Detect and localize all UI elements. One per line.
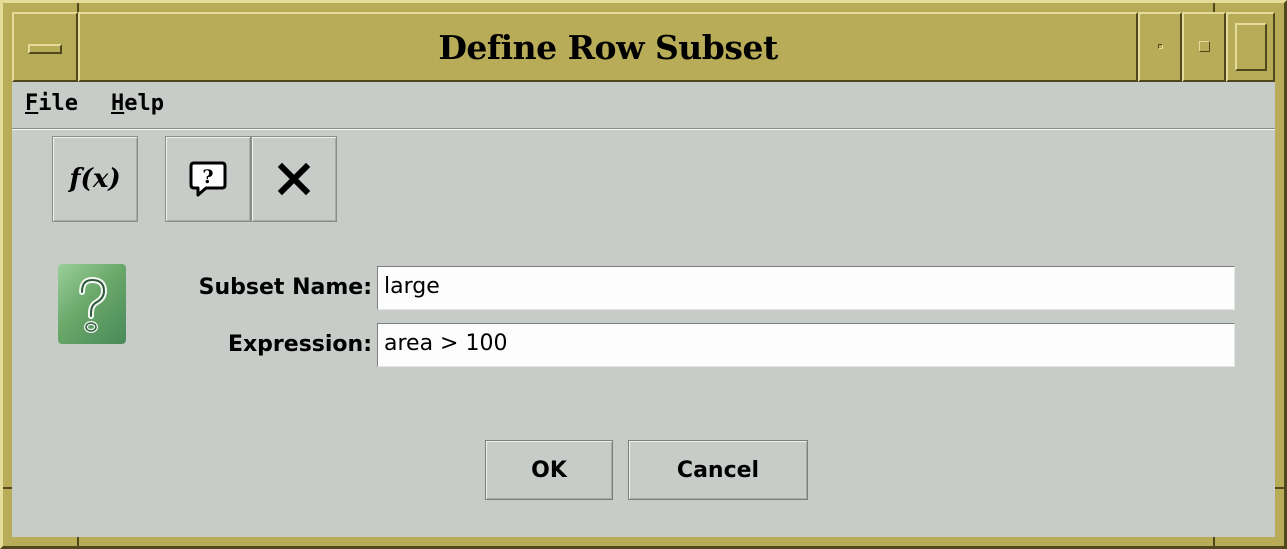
ok-button[interactable]: OK	[485, 440, 613, 500]
question-mark-glyph	[79, 276, 108, 333]
menu-file-mnemonic: F	[25, 91, 39, 116]
maximize-icon	[1199, 41, 1210, 52]
subset-name-field[interactable]: large	[377, 266, 1235, 310]
menu-bar: File Help	[12, 82, 1275, 129]
question-icon	[58, 264, 126, 344]
cancel-button[interactable]: Cancel	[628, 440, 808, 500]
menu-file-rest: ile	[38, 91, 78, 116]
help-button[interactable]: ?	[165, 136, 251, 222]
menu-help[interactable]: Help	[111, 91, 164, 116]
close-frame-icon	[1235, 23, 1267, 71]
close-window-button[interactable]	[1226, 12, 1275, 82]
function-button[interactable]: f(x)	[52, 136, 138, 222]
svg-text:?: ?	[202, 166, 213, 188]
window-menu-button[interactable]	[12, 12, 78, 82]
menu-file[interactable]: File	[25, 91, 78, 116]
minimize-icon	[1158, 44, 1163, 49]
function-icon: f(x)	[69, 164, 121, 194]
menu-help-mnemonic: H	[111, 91, 125, 116]
close-icon	[277, 162, 311, 196]
title-bar[interactable]: Define Row Subset	[12, 12, 1275, 82]
help-icon: ?	[189, 161, 227, 197]
toolbar: f(x) ?	[52, 136, 352, 222]
maximize-button[interactable]	[1182, 12, 1226, 82]
subset-name-label: Subset Name:	[198, 275, 372, 300]
minimize-button[interactable]	[1138, 12, 1182, 82]
window-title: Define Row Subset	[78, 12, 1138, 82]
expression-field[interactable]: area > 100	[377, 323, 1235, 367]
expression-label: Expression:	[227, 332, 372, 357]
menu-help-rest: elp	[124, 91, 164, 116]
window-menu-icon	[28, 44, 62, 54]
dialog-content: File Help f(x) ? Subset Name: large Expr…	[12, 82, 1275, 537]
close-dialog-button[interactable]	[251, 136, 337, 222]
